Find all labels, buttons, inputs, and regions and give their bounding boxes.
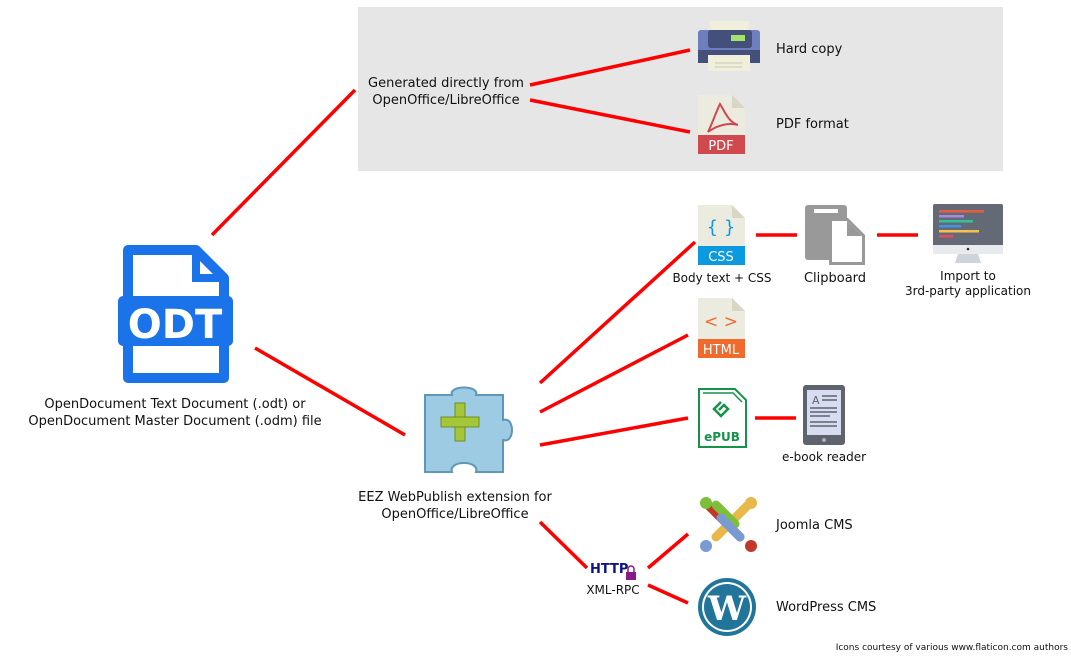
- http-icon-text: HTTP: [590, 562, 628, 577]
- svg-text:A: A: [812, 394, 820, 407]
- connector-extension-epub: [539, 416, 689, 447]
- html-icon-text: HTML: [703, 343, 740, 358]
- xml-rpc-label: XML-RPC: [586, 583, 640, 597]
- pdf-icon-text: PDF: [708, 139, 733, 154]
- connector-odt-generated: [210, 88, 357, 237]
- lock-icon: [626, 565, 636, 580]
- pdf-format-label: PDF format: [776, 117, 849, 132]
- import-label-line2: 3rd-party application: [904, 284, 1032, 298]
- extension-caption-line2: OpenOffice/LibreOffice: [381, 507, 529, 522]
- diagram: PDF { } CSS < > HTML ePUB A ODT HTTP W G…: [0, 0, 1071, 658]
- connector-extension-html: [539, 333, 689, 414]
- connector-http-wordpress: [647, 583, 689, 605]
- odt-icon-text: ODT: [128, 302, 223, 348]
- joomla-label: Joomla CMS: [776, 518, 853, 533]
- hard-copy-label: Hard copy: [776, 42, 843, 57]
- svg-text:{ }: { }: [707, 217, 736, 238]
- svg-text:< >: < >: [704, 312, 738, 332]
- ebook-reader-icon: A: [803, 385, 845, 445]
- connector-extension-css: [538, 240, 697, 385]
- epub-icon-text: ePUB: [704, 430, 740, 444]
- extension-caption: EEZ WebPublish extension for OpenOffice/…: [358, 489, 552, 523]
- monitor-icon: [933, 204, 1003, 263]
- css-icon-text: CSS: [708, 250, 734, 265]
- joomla-logo-icon: [700, 497, 757, 552]
- import-label-line1: Import to: [940, 269, 996, 283]
- clipboard-icon: [805, 205, 865, 265]
- svg-text:W: W: [707, 589, 747, 629]
- ebook-reader-label: e-book reader: [781, 450, 867, 464]
- generated-label-line1: Generated directly from: [368, 76, 524, 91]
- generated-label: Generated directly from OpenOffice/Libre…: [368, 75, 524, 109]
- connector-extension-http: [538, 520, 589, 570]
- generated-label-line2: OpenOffice/LibreOffice: [372, 93, 520, 108]
- odt-caption-line1: OpenDocument Text Document (.odt) or: [44, 397, 306, 412]
- import-label: Import to 3rd-party application: [905, 269, 1031, 299]
- odt-caption-line2: OpenDocument Master Document (.odm) file: [28, 414, 322, 429]
- diagram-graphics: PDF { } CSS < > HTML ePUB A ODT HTTP W: [118, 7, 1003, 636]
- puzzle-extension-icon: [424, 386, 513, 473]
- clipboard-label: Clipboard: [803, 271, 867, 286]
- extension-caption-line1: EEZ WebPublish extension for: [358, 490, 552, 505]
- wordpress-label: WordPress CMS: [776, 600, 877, 615]
- odt-caption: OpenDocument Text Document (.odt) or Ope…: [28, 396, 321, 430]
- css-caption: Body text + CSS: [672, 271, 772, 285]
- wordpress-logo-icon: W: [698, 578, 756, 636]
- connector-http-joomla: [646, 532, 690, 570]
- icon-credits: Icons courtesy of various www.flaticon.c…: [835, 643, 1068, 653]
